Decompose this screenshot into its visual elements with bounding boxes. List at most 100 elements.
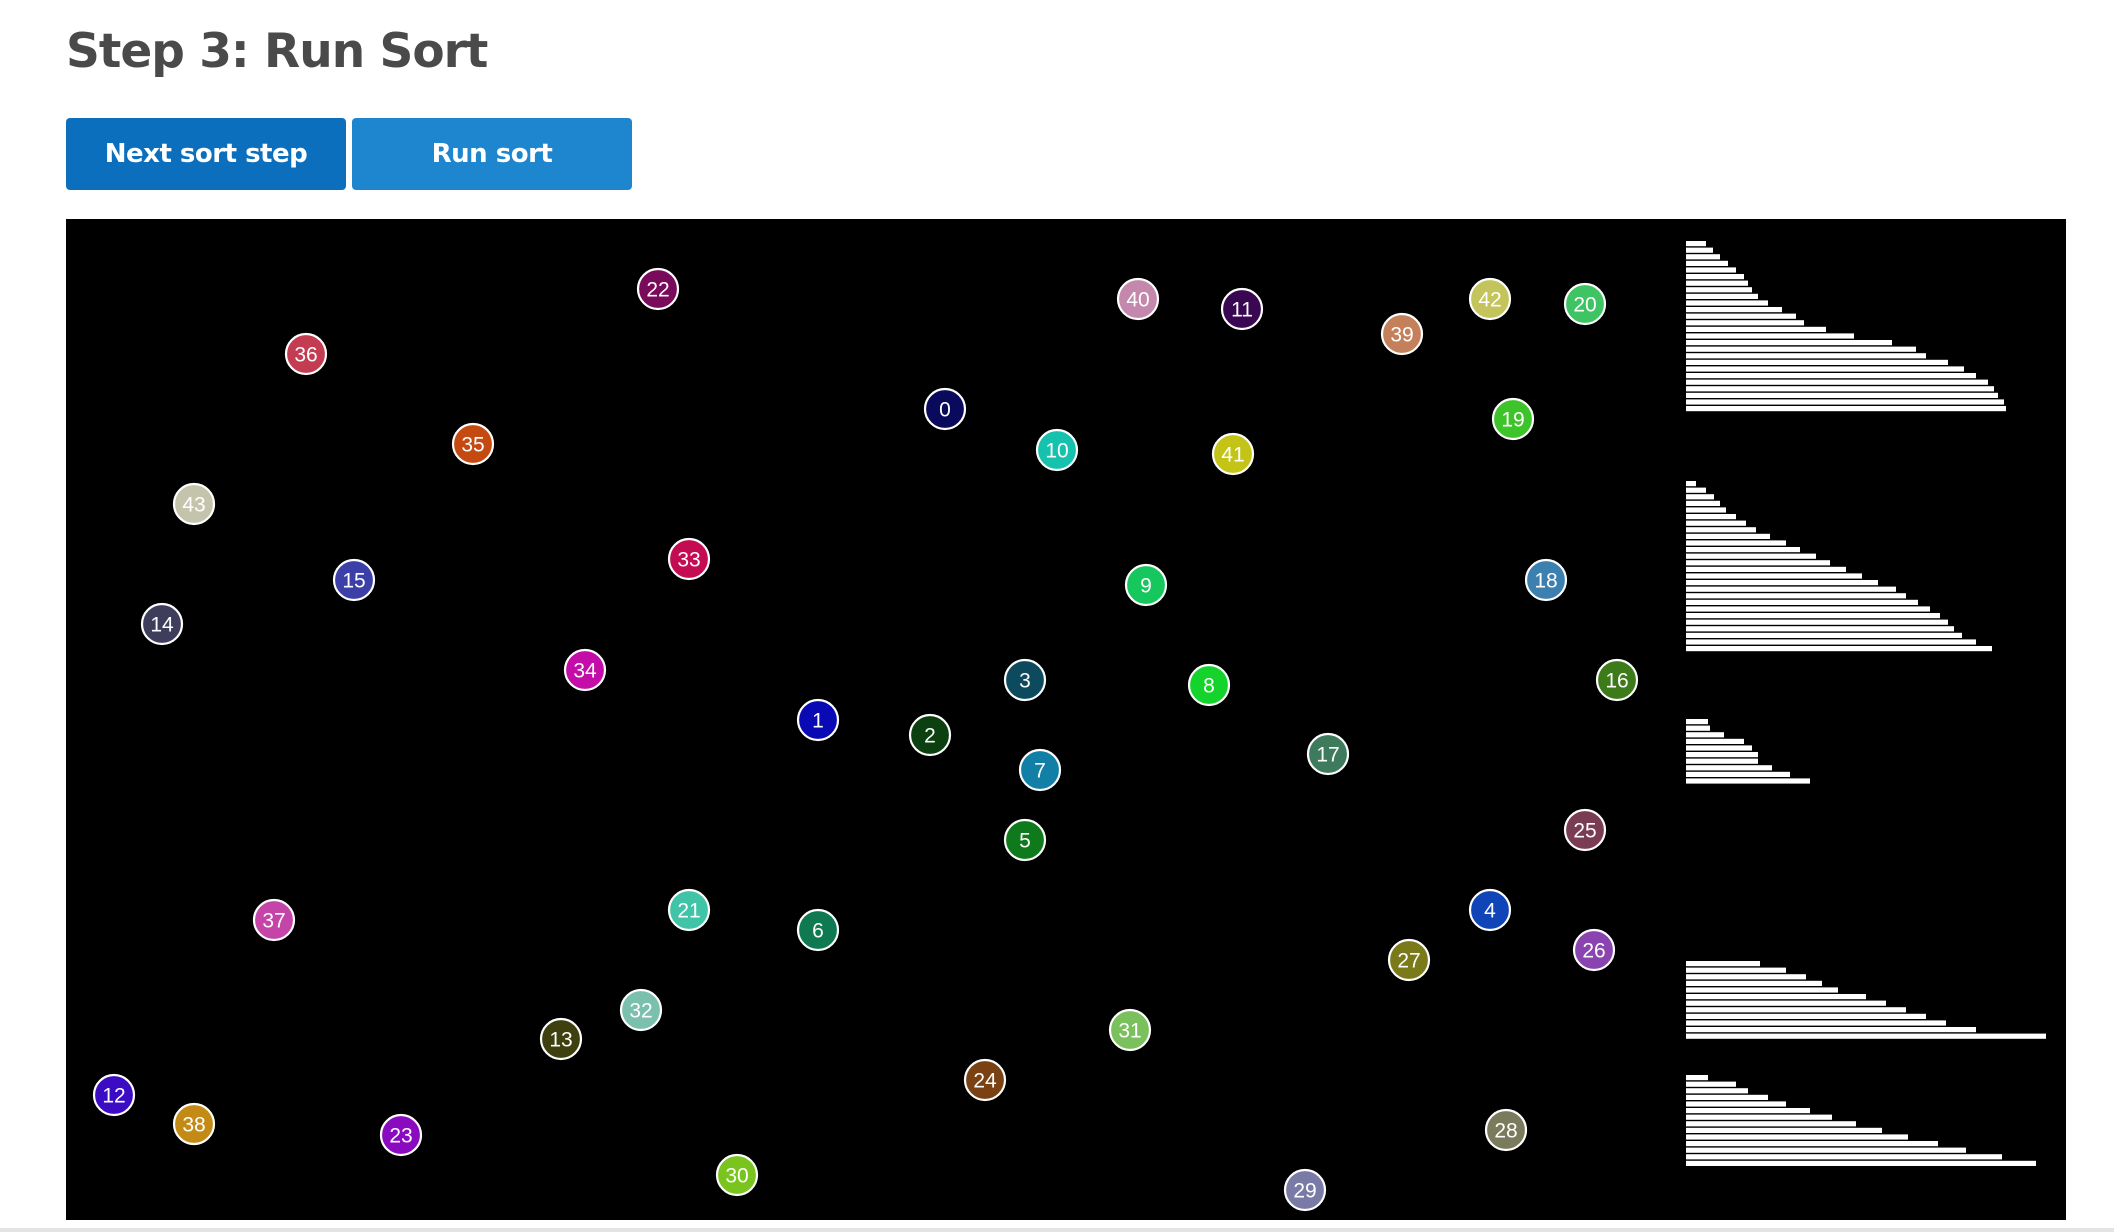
- value-bar: [1686, 1007, 1906, 1013]
- node-label: 42: [1478, 289, 1501, 312]
- node-19: 19: [1491, 397, 1535, 441]
- value-bar: [1686, 626, 1954, 632]
- node-label: 43: [182, 494, 205, 517]
- node-label: 36: [294, 344, 317, 367]
- value-bar: [1686, 606, 1930, 612]
- node-32: 32: [619, 988, 663, 1032]
- node-2: 2: [908, 713, 952, 757]
- value-bar: [1686, 547, 1800, 553]
- node-22: 22: [636, 267, 680, 311]
- value-bar: [1686, 320, 1804, 326]
- node-label: 14: [150, 614, 174, 637]
- node-label: 24: [973, 1070, 997, 1093]
- value-bar: [1686, 553, 1816, 559]
- node-33: 33: [667, 537, 711, 581]
- value-bar: [1686, 1141, 1938, 1147]
- node-label: 7: [1034, 760, 1046, 783]
- value-bar: [1686, 494, 1714, 500]
- node-label: 6: [812, 920, 824, 943]
- node-28: 28: [1484, 1108, 1528, 1152]
- value-bar: [1686, 307, 1782, 313]
- value-bar: [1686, 738, 1744, 744]
- node-label: 30: [725, 1165, 748, 1188]
- node-37: 37: [252, 898, 296, 942]
- value-bar: [1686, 533, 1770, 539]
- node-label: 11: [1231, 299, 1253, 322]
- value-bar: [1686, 520, 1746, 526]
- node-36: 36: [284, 332, 328, 376]
- value-bar: [1686, 752, 1758, 758]
- value-bar: [1686, 619, 1948, 625]
- value-bar: [1686, 254, 1720, 260]
- node-label: 28: [1494, 1120, 1517, 1143]
- value-bar: [1686, 399, 2004, 405]
- value-bar: [1686, 1147, 1966, 1153]
- node-label: 29: [1293, 1180, 1316, 1203]
- value-bar: [1686, 326, 1826, 332]
- node-label: 15: [342, 570, 365, 593]
- node-label: 22: [646, 279, 669, 302]
- value-bar: [1686, 1020, 1946, 1026]
- value-bar: [1686, 1160, 2036, 1166]
- value-bar: [1686, 967, 1786, 973]
- value-bar: [1686, 994, 1866, 1000]
- value-bar: [1686, 500, 1720, 506]
- node-16: 16: [1595, 658, 1639, 702]
- value-bar: [1686, 274, 1744, 280]
- value-bar: [1686, 487, 1706, 493]
- value-bar: [1686, 1000, 1886, 1006]
- node-24: 24: [963, 1058, 1007, 1102]
- node-label: 37: [262, 910, 285, 933]
- node-label: 8: [1203, 675, 1215, 698]
- node-label: 10: [1045, 440, 1068, 463]
- node-label: 32: [629, 1000, 652, 1023]
- node-label: 19: [1501, 409, 1524, 432]
- node-label: 35: [461, 434, 484, 457]
- value-bar: [1686, 646, 1992, 652]
- value-bar: [1686, 514, 1736, 520]
- value-bar: [1686, 1013, 1926, 1019]
- node-25: 25: [1563, 808, 1607, 852]
- node-label: 31: [1118, 1020, 1141, 1043]
- node-layer: 0123456789101112131415161718192021222324…: [92, 267, 1639, 1212]
- node-label: 17: [1316, 744, 1339, 767]
- node-6: 6: [796, 908, 840, 952]
- value-bar: [1686, 560, 1830, 566]
- value-bar: [1686, 406, 2006, 412]
- value-bar: [1686, 241, 1706, 247]
- node-35: 35: [451, 422, 495, 466]
- value-bar: [1686, 481, 1696, 487]
- value-bar: [1686, 540, 1786, 546]
- node-label: 3: [1019, 670, 1031, 693]
- node-label: 23: [389, 1125, 412, 1148]
- value-bar: [1686, 359, 1948, 365]
- node-40: 40: [1116, 277, 1160, 321]
- value-bar: [1686, 1134, 1908, 1140]
- node-label: 40: [1126, 289, 1149, 312]
- node-39: 39: [1380, 312, 1424, 356]
- node-label: 34: [573, 660, 597, 683]
- value-bar: [1686, 771, 1790, 777]
- value-bar: [1686, 392, 1998, 398]
- value-bar: [1686, 379, 1988, 385]
- node-label: 33: [677, 549, 700, 572]
- node-label: 13: [549, 1029, 572, 1052]
- node-0: 0: [923, 387, 967, 431]
- value-bar: [1686, 293, 1758, 299]
- node-4: 4: [1468, 888, 1512, 932]
- run-sort-button[interactable]: Run sort: [352, 118, 632, 190]
- value-bar: [1686, 1127, 1882, 1133]
- next-sort-step-button[interactable]: Next sort step: [66, 118, 346, 190]
- node-label: 26: [1582, 940, 1605, 963]
- value-bar: [1686, 353, 1926, 359]
- node-27: 27: [1387, 938, 1431, 982]
- node-14: 14: [140, 602, 184, 646]
- node-41: 41: [1211, 432, 1255, 476]
- value-bar: [1686, 599, 1918, 605]
- value-bar: [1686, 267, 1736, 273]
- value-bar: [1686, 719, 1708, 725]
- node-label: 27: [1397, 950, 1420, 973]
- node-42: 42: [1468, 277, 1512, 321]
- node-label: 18: [1534, 570, 1557, 593]
- value-bar: [1686, 260, 1728, 266]
